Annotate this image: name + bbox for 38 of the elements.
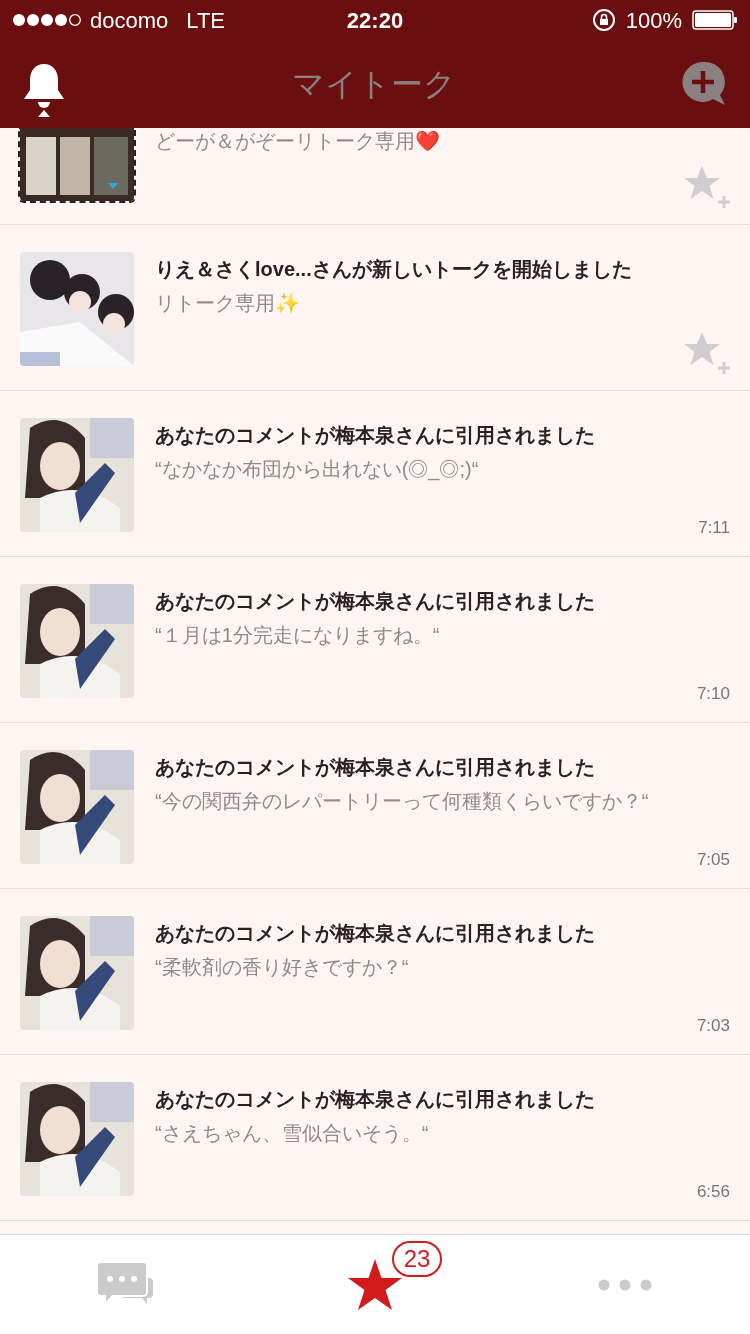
notification-title: あなたのコメントが梅本泉さんに引用されました: [155, 423, 596, 448]
notification-message: リトーク専用✨: [155, 291, 301, 316]
more-icon: [598, 1278, 652, 1291]
notification-message: “さえちゃん、雪似合いそう。“: [155, 1121, 430, 1146]
notification-message: “１月は1分完走になりますね。“: [155, 623, 441, 648]
notification-row[interactable]: りえ＆さくlove...さんが新しいトークを開始しました リトーク専用✨: [0, 225, 750, 391]
notification-message: “なかなか布団から出れない(◎_◎;)“: [155, 457, 480, 483]
network-type: LTE: [186, 6, 225, 35]
notification-title: あなたのコメントが梅本泉さんに引用されました: [155, 589, 596, 614]
notification-message: “柔軟剤の香り好きですか？“: [155, 955, 410, 980]
nav-title: マイトーク: [292, 65, 456, 104]
notification-title: あなたのコメントが梅本泉さんに引用されました: [155, 1087, 596, 1112]
notification-title: あなたのコメントが梅本泉さんに引用されました: [155, 921, 596, 946]
rotation-lock-icon: [591, 8, 616, 32]
star-icon: [348, 1258, 402, 1311]
notification-time: 7:03: [696, 1014, 730, 1037]
add-talk-icon[interactable]: [682, 61, 728, 107]
notification-title: あなたのコメントが梅本泉さんに引用されました: [155, 755, 596, 780]
notification-message: どーが＆がぞーリトーク専用❤: [155, 129, 441, 154]
notification-time: 7:05: [696, 848, 730, 871]
favorite-add-icon[interactable]: [684, 332, 732, 374]
battery-icon: [692, 10, 738, 30]
battery-percent: 100%: [625, 6, 682, 35]
badge-count: 23: [392, 1241, 442, 1277]
carrier-name: docomo: [90, 6, 169, 35]
notification-row[interactable]: あなたのコメントが梅本泉さんに引用されました “１月は1分完走になりますね。“ 7:10: [0, 557, 750, 723]
notification-time: 6:56: [696, 1180, 730, 1203]
notification-message: “今の関西弁のレパートリーって何種類くらいですか？“: [155, 789, 650, 814]
notification-time: 7:10: [696, 682, 730, 705]
notification-time: 7:11: [698, 516, 730, 539]
signal-icon: [12, 12, 82, 28]
notification-row[interactable]: あなたのコメントが梅本泉さんに引用されました “さえちゃん、雪似合いそう。“ 6:56: [0, 1055, 750, 1221]
clock-time: 22:20: [345, 6, 405, 35]
favorite-add-icon[interactable]: [684, 166, 732, 208]
notification-row[interactable]: あなたのコメントが梅本泉さんに引用されました “なかなか布団から出れない(◎_◎;)“ 7:11: [0, 391, 750, 557]
notification-row[interactable]: あなたのコメントが梅本泉さんに引用されました “今の関西弁のレパートリーって何種類くらいですか？“ 7:05: [0, 723, 750, 889]
notification-row[interactable]: あなたのコメントが梅本泉さんに引用されました “柔軟剤の香り好きですか？“ 7:03: [0, 889, 750, 1055]
notification-title: りえ＆さくlove...さんが新しいトークを開始しました: [155, 257, 633, 282]
